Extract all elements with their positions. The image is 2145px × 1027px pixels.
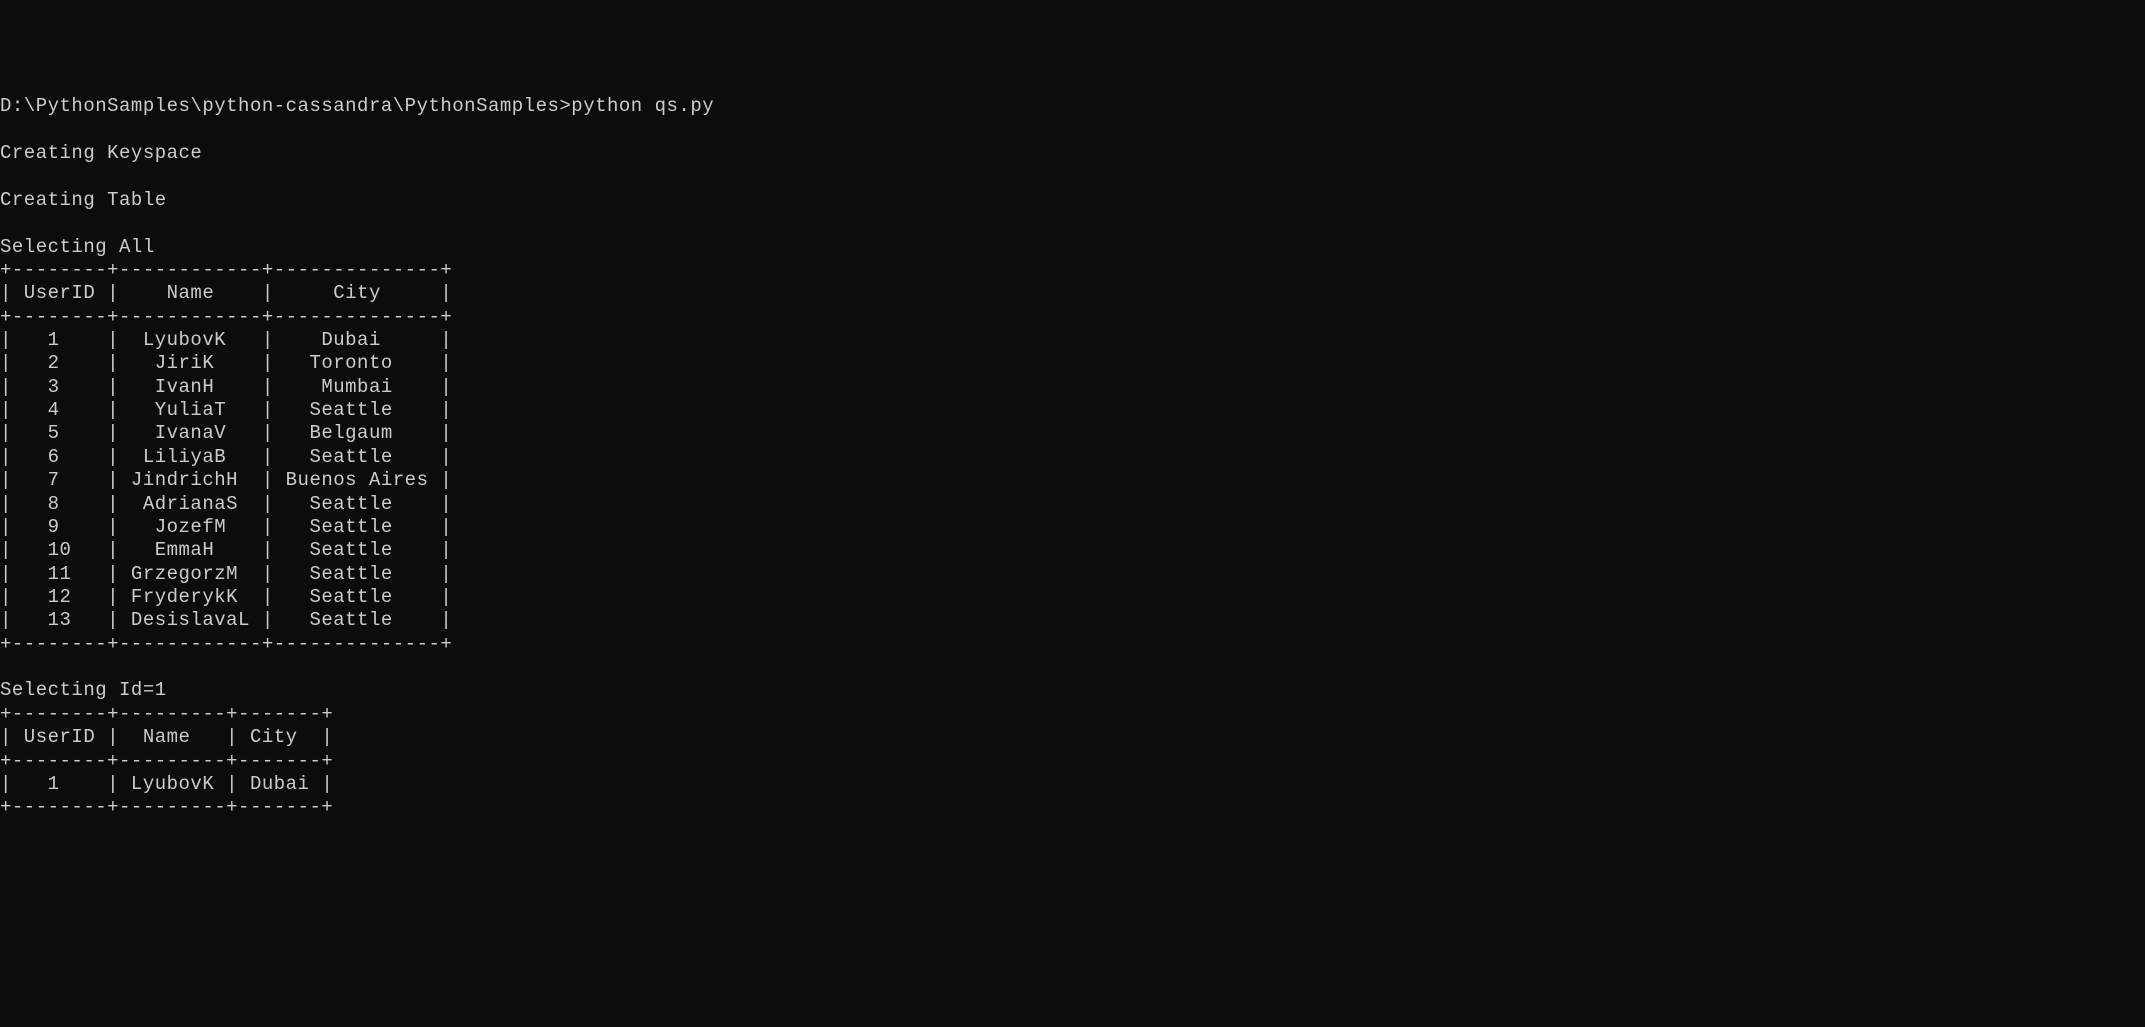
table2: +--------+---------+-------+ | UserID | … [0, 703, 333, 818]
msg-selecting-all: Selecting All [0, 236, 155, 258]
prompt-path: D:\PythonSamples\python-cassandra\Python… [0, 95, 571, 117]
msg-creating-table: Creating Table [0, 189, 167, 211]
msg-selecting-id1: Selecting Id=1 [0, 679, 167, 701]
table1: +--------+------------+--------------+ |… [0, 259, 452, 655]
terminal-output[interactable]: D:\PythonSamples\python-cassandra\Python… [0, 95, 2145, 819]
prompt-command: python qs.py [571, 95, 714, 117]
msg-creating-keyspace: Creating Keyspace [0, 142, 202, 164]
